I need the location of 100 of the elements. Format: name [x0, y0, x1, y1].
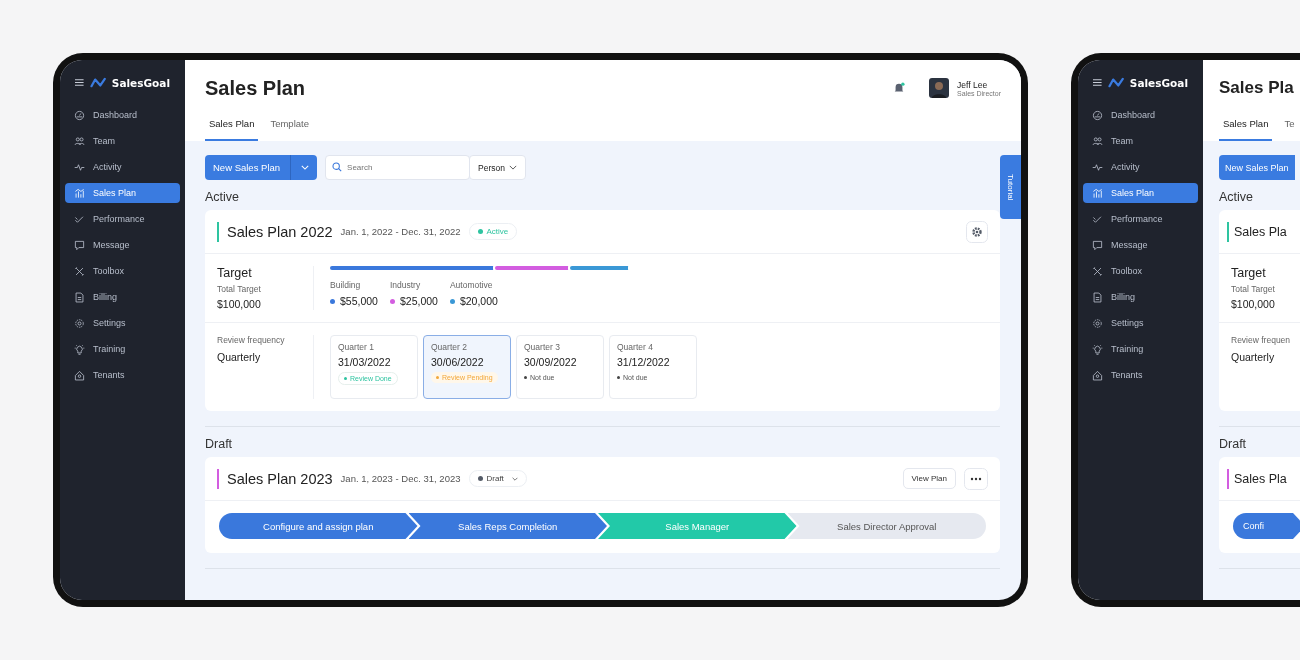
target-label: Target	[217, 266, 253, 280]
house-icon	[74, 369, 85, 381]
gauge-icon	[74, 109, 85, 121]
nav-item[interactable]: Training	[65, 339, 180, 359]
progress-step: Sales Manager	[598, 513, 797, 539]
nav-item[interactable]: Team	[1083, 131, 1198, 151]
people-icon	[1092, 135, 1103, 147]
nav-item[interactable]: Message	[1083, 235, 1198, 255]
tools-icon	[1092, 265, 1103, 277]
category-label: Automotive	[449, 280, 494, 290]
search-field[interactable]: Search	[325, 155, 471, 180]
brand-name: SalesGoal	[111, 76, 170, 89]
quarter-date: 31/03/2022	[338, 356, 392, 368]
logo-icon	[89, 76, 106, 89]
plan-dates: Jan. 1, 2022 - Dec. 31, 2022	[340, 226, 461, 237]
progress-step: Configure and assign plan	[219, 513, 418, 539]
nav-item[interactable]: Billing	[1083, 287, 1198, 307]
nav-item[interactable]: Dashboard	[65, 105, 180, 125]
category-label: Industry	[389, 280, 422, 290]
menu-icon[interactable]	[1093, 78, 1102, 87]
pulse-icon	[1092, 161, 1103, 173]
menu-icon[interactable]	[75, 78, 84, 87]
target-label: Target	[1231, 266, 1267, 280]
quarter-date: 30/06/2022	[431, 356, 485, 368]
new-plan-button[interactable]: New Sales Plan	[1219, 155, 1295, 180]
plan-title: Sales Plan 2022	[227, 223, 333, 240]
quarter-name: Quarter 3	[524, 342, 561, 352]
nav-item[interactable]: Tenants	[65, 365, 180, 385]
nav-item[interactable]: Performance	[1083, 209, 1198, 229]
quarter-name: Quarter 1	[338, 342, 375, 352]
quarter-date: 31/12/2022	[617, 356, 671, 368]
logo-icon	[1107, 76, 1124, 89]
speech-bubble-icon	[74, 239, 85, 251]
tab[interactable]: Sales Plan	[205, 112, 259, 141]
nav-item[interactable]: Sales Plan	[1083, 183, 1198, 203]
view-plan-button[interactable]: View Plan	[902, 468, 956, 489]
category-amount: $55,000	[340, 295, 378, 307]
nav-item[interactable]: Sales Plan	[65, 183, 180, 203]
progress-step: Confi	[1233, 513, 1300, 539]
user-name: Jeff Lee	[957, 79, 989, 90]
total-target-label: Total Target	[217, 284, 262, 294]
nav-item[interactable]: Team	[65, 131, 180, 151]
new-plan-button[interactable]: New Sales Plan	[205, 155, 318, 180]
search-icon	[332, 162, 343, 172]
tutorial-tab[interactable]: Tutorial	[1000, 155, 1021, 219]
caret-icon	[511, 476, 518, 481]
people-icon	[74, 135, 85, 147]
person-dropdown[interactable]: Person	[469, 155, 526, 180]
document-icon	[74, 291, 85, 303]
house-icon	[1092, 369, 1103, 381]
nav-item[interactable]: Training	[1083, 339, 1198, 359]
total-target-value: $100,000	[217, 298, 262, 310]
bell-icon[interactable]	[893, 82, 906, 94]
progress-step: Sales Reps Completion	[408, 513, 607, 539]
tab[interactable]: Sales Plan	[1219, 112, 1273, 141]
section-heading: Active	[1219, 190, 1255, 204]
nav-item[interactable]: Performance	[65, 209, 180, 229]
category-label: Building	[330, 280, 362, 290]
settings-button[interactable]	[966, 220, 988, 243]
nav-item[interactable]: Settings	[1083, 313, 1198, 333]
quarter-name: Quarter 2	[431, 342, 468, 352]
total-target-label: Total Target	[1231, 284, 1276, 294]
nav-item[interactable]: Settings	[65, 313, 180, 333]
tab[interactable]: Te	[1280, 112, 1299, 141]
caret-icon	[301, 165, 310, 170]
settings-icon	[1092, 317, 1103, 329]
more-button[interactable]	[964, 467, 988, 490]
section-heading: Draft	[205, 437, 234, 451]
gauge-icon	[1092, 109, 1103, 121]
nav-item[interactable]: Tenants	[1083, 365, 1198, 385]
tools-icon	[74, 265, 85, 277]
check-icon	[74, 213, 85, 225]
plan-dates: Jan. 1, 2023 - Dec. 31, 2023	[340, 473, 461, 484]
tab[interactable]: Template	[266, 112, 313, 141]
progress-step: Sales Director Approval	[787, 513, 986, 539]
total-target-value: $100,000	[1231, 298, 1276, 310]
bar-chart-icon	[74, 187, 85, 199]
pulse-icon	[74, 161, 85, 173]
review-frequency-label: Review frequen	[1231, 335, 1291, 345]
quarter-name: Quarter 4	[617, 342, 654, 352]
section-heading: Active	[205, 190, 241, 204]
plan-title: Sales Pla	[1234, 471, 1287, 486]
nav-item[interactable]: Billing	[65, 287, 180, 307]
review-frequency-value: Quarterly	[217, 351, 262, 363]
nav-item[interactable]: Toolbox	[65, 261, 180, 281]
review-frequency-label: Review frequency	[217, 335, 286, 345]
page-title: Sales Pla	[1219, 78, 1294, 98]
plan-title: Sales Pla	[1234, 224, 1287, 239]
avatar[interactable]	[929, 78, 950, 98]
page-title: Sales Plan	[205, 76, 306, 100]
nav-item[interactable]: Toolbox	[1083, 261, 1198, 281]
nav-item[interactable]: Message	[65, 235, 180, 255]
nav-item[interactable]: Dashboard	[1083, 105, 1198, 125]
nav-item[interactable]: Activity	[65, 157, 180, 177]
lightbulb-icon	[1092, 343, 1103, 355]
nav-item[interactable]: Activity	[1083, 157, 1198, 177]
review-frequency-value: Quarterly	[1231, 351, 1276, 363]
document-icon	[1092, 291, 1103, 303]
settings-icon	[74, 317, 85, 329]
bar-chart-icon	[1092, 187, 1103, 199]
